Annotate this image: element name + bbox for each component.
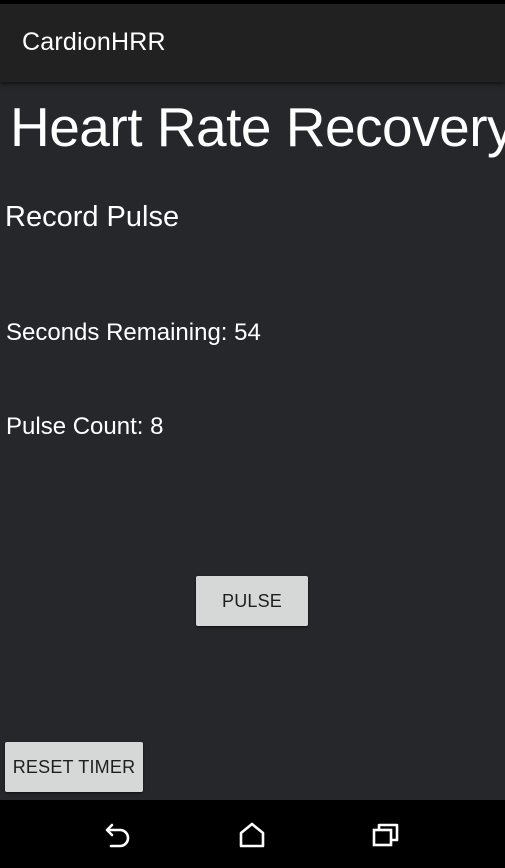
seconds-remaining-label: Seconds Remaining: <box>6 319 228 346</box>
app-screen: CardionHRR Heart Rate Recovery Record Pu… <box>0 0 505 868</box>
section-title: Record Pulse <box>5 201 180 233</box>
home-icon <box>239 822 265 848</box>
page-title: Heart Rate Recovery <box>10 96 505 158</box>
pulse-count-value: 8 <box>150 413 164 440</box>
app-title: CardionHRR <box>22 28 166 56</box>
pulse-button[interactable]: PULSE <box>196 576 308 626</box>
seconds-remaining-text: Seconds Remaining: 54 <box>6 319 261 347</box>
pulse-count-text: Pulse Count: 8 <box>6 413 163 441</box>
back-icon <box>105 823 130 848</box>
seconds-remaining-value: 54 <box>234 319 261 346</box>
recent-apps-button[interactable] <box>366 818 406 852</box>
home-button[interactable] <box>232 818 272 852</box>
pulse-count-label: Pulse Count: <box>6 413 144 440</box>
back-button[interactable] <box>98 818 138 852</box>
navigation-bar <box>0 800 505 868</box>
recent-apps-icon <box>372 823 399 847</box>
reset-timer-button[interactable]: RESET TIMER <box>5 742 143 792</box>
app-bar: CardionHRR <box>0 4 505 82</box>
